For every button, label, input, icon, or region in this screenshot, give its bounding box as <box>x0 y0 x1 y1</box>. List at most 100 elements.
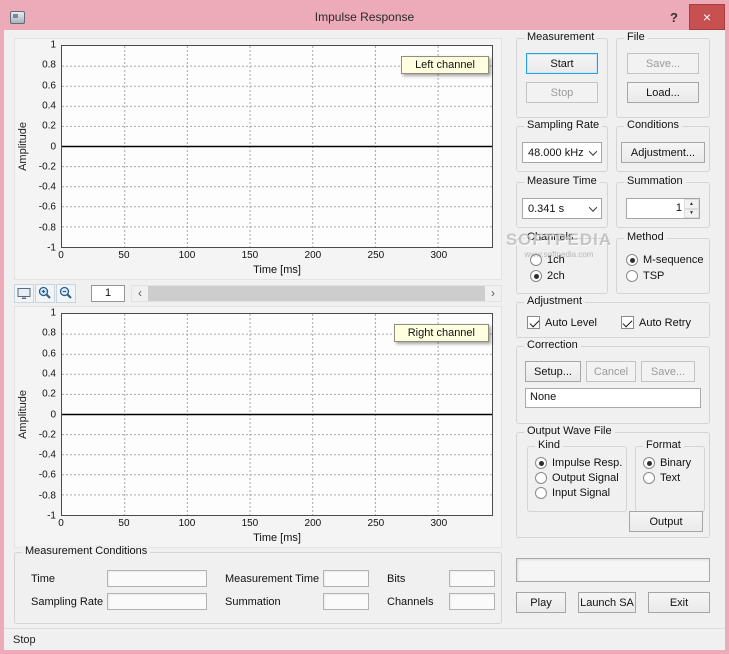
launch-sa-button[interactable]: Launch SA <box>578 592 636 613</box>
save-button[interactable]: Save... <box>627 53 699 74</box>
dropdown-arrow-button[interactable] <box>585 199 601 218</box>
radio-option-output-signal[interactable]: Output Signal <box>535 472 626 484</box>
app-window: Impulse Response ? × Amplitude 1 0.8 0.6 0.… <box>0 0 729 654</box>
radio-option-input-signal[interactable]: Input Signal <box>535 487 626 499</box>
measurement-group: Measurement Start Stop <box>516 31 608 118</box>
play-button[interactable]: Play <box>516 592 566 613</box>
content-area: Amplitude 1 0.8 0.6 0.4 0.2 0 -0.2 -0.4 -0.6 -0.8… <box>4 30 725 628</box>
x-tick-labels: 0 50 100 150 200 250 300 <box>58 250 448 261</box>
group-label: Correction <box>524 339 581 351</box>
radio-option-binary[interactable]: Binary <box>643 457 704 469</box>
radio-label: M-sequence <box>643 254 704 266</box>
radio-icon <box>535 472 547 484</box>
radio-label: TSP <box>643 270 665 282</box>
help-button[interactable]: ? <box>659 4 689 30</box>
zoom-in-icon <box>38 286 51 299</box>
scrollbar-thumb[interactable] <box>148 285 485 301</box>
scroll-left-arrow-icon[interactable]: ‹ <box>132 286 148 301</box>
summation-spinner[interactable]: 1 ▲ ▼ <box>626 198 700 219</box>
radio-icon <box>643 472 655 484</box>
right-channel-chart: Amplitude 1 0.8 0.6 0.4 0.2 0 -0.2 -0.4 -0.6 -0.8… <box>14 306 502 548</box>
y-axis-title-wrap: Amplitude <box>15 313 31 516</box>
radio-option-m-sequence[interactable]: M-sequence <box>626 254 709 266</box>
radio-option-text[interactable]: Text <box>643 472 704 484</box>
spin-up-icon[interactable]: ▲ <box>684 199 699 209</box>
checkbox-icon <box>620 316 634 329</box>
zoom-level-field[interactable]: 1 <box>91 284 125 302</box>
summation-field <box>323 593 369 610</box>
group-label: Conditions <box>624 119 682 131</box>
measurement-time-field <box>323 570 369 587</box>
status-text: Stop <box>13 633 36 646</box>
radio-label: Impulse Resp. <box>552 457 623 469</box>
radio-icon <box>535 457 547 469</box>
chevron-down-icon <box>588 202 598 212</box>
method-group: Method M-sequence TSP <box>616 231 710 294</box>
correction-cancel-button[interactable]: Cancel <box>586 361 636 382</box>
horizontal-scrollbar[interactable]: ‹ › <box>131 284 502 302</box>
measurement-conditions-group: Measurement Conditions Time Measurement … <box>14 545 502 624</box>
channels-field <box>449 593 495 610</box>
left-channel-chart: Amplitude 1 0.8 0.6 0.4 0.2 0 -0.2 -0.4 -0.6 -0.8… <box>14 38 502 280</box>
load-button[interactable]: Load... <box>627 82 699 103</box>
title-bar[interactable]: Impulse Response ? × <box>4 4 725 30</box>
y-tick-labels: 1 0.8 0.6 0.4 0.2 0 -0.2 -0.4 -0.6 -0.8 -1 <box>38 39 56 254</box>
y-axis-label: Amplitude <box>17 390 29 439</box>
correction-group: Correction Setup... Cancel Save... None <box>516 339 710 424</box>
time-label: Time <box>31 572 56 585</box>
radio-icon <box>643 457 655 469</box>
format-group: Format Binary Text <box>635 439 705 512</box>
file-group: File Save... Load... <box>616 31 710 118</box>
output-button[interactable]: Output <box>629 511 703 532</box>
conditions-group: Conditions Adjustment... <box>616 119 710 172</box>
channels-label: Channels <box>387 595 434 608</box>
exit-button[interactable]: Exit <box>648 592 710 613</box>
radio-icon <box>535 487 547 499</box>
radio-option-2ch[interactable]: 2ch <box>530 270 607 282</box>
conditions-grid: Time Measurement Time Bits Sampling Rate… <box>15 553 501 611</box>
correction-save-button[interactable]: Save... <box>641 361 695 382</box>
close-button[interactable]: × <box>689 4 725 30</box>
zoom-out-button[interactable] <box>56 283 76 303</box>
scroll-right-arrow-icon[interactable]: › <box>485 286 501 301</box>
sampling-rate-select[interactable]: 48.000 kHz <box>522 142 602 163</box>
group-label: Summation <box>624 175 686 187</box>
bottom-buttons: Play Launch SA Exit <box>516 592 710 613</box>
dropdown-arrow-button[interactable] <box>585 143 601 162</box>
fit-view-button[interactable] <box>14 283 34 303</box>
progress-display-field <box>516 558 710 582</box>
status-bar: Stop <box>4 628 725 650</box>
start-button[interactable]: Start <box>526 53 598 74</box>
group-label: Measurement Conditions <box>22 545 151 557</box>
adjustment-button[interactable]: Adjustment... <box>621 142 705 163</box>
zoom-in-button[interactable] <box>35 283 55 303</box>
summation-label: Summation <box>225 595 281 608</box>
correction-setup-button[interactable]: Setup... <box>525 361 581 382</box>
summation-value: 1 <box>675 202 682 214</box>
spin-down-icon[interactable]: ▼ <box>684 208 699 218</box>
radio-option-impulse-resp[interactable]: Impulse Resp. <box>535 457 626 469</box>
measure-time-select[interactable]: 0.341 s <box>522 198 602 219</box>
radio-label: Input Signal <box>552 487 611 499</box>
radio-icon <box>626 270 638 282</box>
stop-button[interactable]: Stop <box>526 82 598 103</box>
channel-badge: Left channel <box>401 56 489 74</box>
plot-area: Right channel <box>61 313 493 516</box>
time-field <box>107 570 207 587</box>
radio-option-1ch[interactable]: 1ch <box>530 254 607 266</box>
output-wave-file-group: Output Wave File Kind Impulse Resp. Outp… <box>516 425 710 538</box>
spinner-buttons: ▲ ▼ <box>684 199 699 218</box>
radio-option-tsp[interactable]: TSP <box>626 270 709 282</box>
radio-label: Output Signal <box>552 472 619 484</box>
auto-retry-checkbox[interactable]: Auto Retry <box>620 316 691 329</box>
group-label: Sampling Rate <box>524 119 603 131</box>
radio-icon <box>626 254 638 266</box>
kind-group: Kind Impulse Resp. Output Signal Input S… <box>527 439 627 512</box>
adjustment-group: Adjustment Auto Level Auto Retry <box>516 295 710 338</box>
monitor-icon <box>17 288 31 299</box>
auto-level-checkbox[interactable]: Auto Level <box>527 316 597 329</box>
summation-group: Summation 1 ▲ ▼ <box>616 175 710 228</box>
measure-time-group: Measure Time 0.341 s <box>516 175 608 228</box>
sampling-rate-field <box>107 593 207 610</box>
checkbox-label: Auto Level <box>545 316 597 329</box>
